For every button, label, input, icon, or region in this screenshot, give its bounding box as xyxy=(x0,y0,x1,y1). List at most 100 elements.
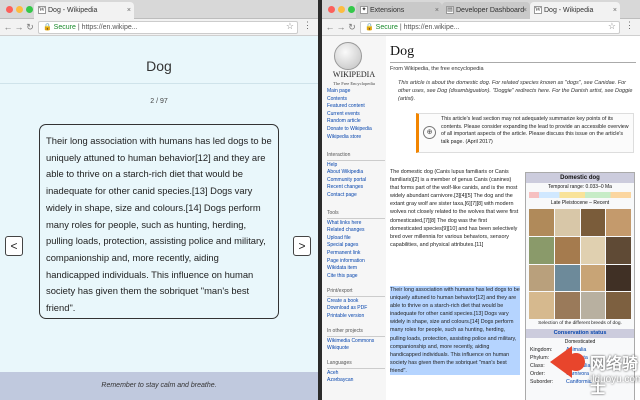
maximize-window-button[interactable] xyxy=(348,6,355,13)
tab-strip: ✦ Extensions × ▤ Developer Dashboard × W… xyxy=(322,0,640,19)
notice-text: This article's lead section may not adeq… xyxy=(441,116,629,145)
sidebar-heading: Tools xyxy=(327,210,385,219)
address-bar: ← → ↻ 🔒 Secure | https://en.wikipe... ☆ … xyxy=(322,19,640,36)
next-card-button[interactable]: > xyxy=(293,236,311,256)
hatnote: This article is about the domestic dog. … xyxy=(398,80,633,102)
forward-icon[interactable]: → xyxy=(336,21,346,33)
sidebar-link[interactable]: Permanent link xyxy=(327,250,385,258)
tab-extensions[interactable]: ✦ Extensions × xyxy=(356,2,442,19)
tab-label: Dog - Wikipedia xyxy=(544,7,594,14)
sidebar-link[interactable]: Wikidata item xyxy=(327,265,385,273)
dog-photo xyxy=(554,209,580,236)
sidebar-link[interactable]: Main page xyxy=(327,88,385,96)
sidebar-link[interactable]: Azərbaycan xyxy=(327,377,385,385)
sidebar-link[interactable]: Create a book xyxy=(327,298,385,306)
minimize-window-button[interactable] xyxy=(16,6,23,13)
intro-paragraph: The domestic dog (Canis lupus familiaris… xyxy=(390,169,519,248)
sidebar-link[interactable]: Contact page xyxy=(327,192,385,200)
reload-icon[interactable]: ↻ xyxy=(347,21,357,33)
browser-menu-icon[interactable]: ⋮ xyxy=(625,20,634,31)
tab-label: Developer Dashboard xyxy=(456,7,525,14)
dog-photo xyxy=(554,264,580,292)
wikipedia-favicon-icon: W xyxy=(534,6,542,14)
geologic-timeline-bar xyxy=(529,192,631,198)
sidebar-link[interactable]: What links here xyxy=(327,220,385,228)
article-body: Dog From Wikipedia, the free encyclopedi… xyxy=(390,36,640,400)
sidebar-link[interactable]: Community portal xyxy=(327,177,385,185)
window-controls xyxy=(328,6,355,13)
footer-message: Remember to stay calm and breathe. xyxy=(0,372,318,400)
close-tab-icon[interactable]: × xyxy=(613,2,617,19)
close-tab-icon[interactable]: × xyxy=(127,2,131,19)
sidebar-heading: In other projects xyxy=(327,328,385,337)
tab-dog-wikipedia[interactable]: W Dog - Wikipedia × xyxy=(530,2,620,19)
collage-caption: Selection of the different breeds of dog… xyxy=(538,321,622,326)
reload-icon[interactable]: ↻ xyxy=(25,21,35,33)
title-divider xyxy=(0,83,318,84)
sidebar-link[interactable]: Page information xyxy=(327,258,385,266)
url-input[interactable]: 🔒 Secure | https://en.wikipe... xyxy=(360,21,620,34)
sidebar-link[interactable]: Cite this page xyxy=(327,273,385,281)
maximize-window-button[interactable] xyxy=(26,6,33,13)
lock-icon: 🔒 xyxy=(365,24,374,31)
bookmark-star-icon[interactable]: ☆ xyxy=(608,21,616,32)
dog-photo xyxy=(580,292,606,319)
dog-photo xyxy=(606,236,631,264)
close-tab-icon[interactable]: × xyxy=(523,2,527,19)
wikipedia-page: WIKIPEDIA The Free Encyclopedia Main pag… xyxy=(322,36,640,400)
url-text: https://en.wikipe... xyxy=(403,24,460,31)
sidebar-link[interactable]: Download as PDF xyxy=(327,305,385,313)
card-text: Their long association with humans has l… xyxy=(46,135,272,314)
close-tab-icon[interactable]: × xyxy=(435,2,439,19)
sidebar-link[interactable]: Recent changes xyxy=(327,184,385,192)
document-icon: ▤ xyxy=(446,6,454,14)
secure-label: Secure xyxy=(53,24,76,31)
prev-card-button[interactable]: < xyxy=(5,236,23,256)
dog-photo xyxy=(554,236,580,264)
dog-breeds-collage[interactable] xyxy=(529,209,631,319)
sidebar-link[interactable]: Featured content xyxy=(327,103,385,111)
close-window-button[interactable] xyxy=(6,6,13,13)
tab-developer-dashboard[interactable]: ▤ Developer Dashboard × xyxy=(442,2,530,19)
sidebar-link[interactable]: Wikiquote xyxy=(327,345,385,353)
sidebar-link[interactable]: Special pages xyxy=(327,242,385,250)
sidebar-link[interactable]: Wikipedia store xyxy=(327,134,385,142)
sidebar-link[interactable]: Wikimedia Commons xyxy=(327,338,385,346)
sidebar-link[interactable]: Printable version xyxy=(327,313,385,321)
window-controls xyxy=(6,6,33,13)
wikipedia-globe-icon[interactable] xyxy=(334,42,362,70)
sidebar-heading: Interaction xyxy=(327,152,385,161)
sidebar-link[interactable]: About Wikipedia xyxy=(327,169,385,177)
conservation-status-heading[interactable]: Conservation status xyxy=(526,329,634,338)
sidebar-link[interactable]: Help xyxy=(327,162,385,170)
bookmark-star-icon[interactable]: ☆ xyxy=(286,21,294,32)
temporal-range: Temporal range: 0.033–0 Ma xyxy=(548,184,612,190)
forward-icon[interactable]: → xyxy=(14,21,24,33)
minimize-window-button[interactable] xyxy=(338,6,345,13)
page-title: Dog xyxy=(146,58,172,74)
url-input[interactable]: 🔒 Secure | https://en.wikipe... xyxy=(38,21,298,34)
sidebar-link[interactable]: Donate to Wikipedia xyxy=(327,126,385,134)
highlighted-paragraph[interactable]: Their long association with humans has l… xyxy=(390,286,520,376)
tab-strip: W Dog - Wikipedia × xyxy=(0,0,318,19)
close-window-button[interactable] xyxy=(328,6,335,13)
infobox-title: Domestic dog xyxy=(526,173,634,183)
sidebar-link[interactable]: Contents xyxy=(327,96,385,104)
wiki-sidebar: WIKIPEDIA The Free Encyclopedia Main pag… xyxy=(322,36,386,400)
back-icon[interactable]: ← xyxy=(325,21,335,33)
left-browser-window: W Dog - Wikipedia × ← → ↻ 🔒 Secure | htt… xyxy=(0,0,318,400)
dog-photo xyxy=(554,292,580,319)
sidebar-link[interactable]: Current events xyxy=(327,111,385,119)
dog-photo xyxy=(529,209,554,236)
dog-photo xyxy=(606,292,631,319)
dog-photo xyxy=(529,292,554,319)
watermark-logo-icon xyxy=(550,346,585,378)
browser-menu-icon[interactable]: ⋮ xyxy=(303,20,312,31)
tab-dog-wikipedia[interactable]: W Dog - Wikipedia × xyxy=(34,2,134,19)
sidebar-link[interactable]: Random article xyxy=(327,118,385,126)
back-icon[interactable]: ← xyxy=(3,21,13,33)
sidebar-link[interactable]: Upload file xyxy=(327,235,385,243)
sidebar-link[interactable]: Related changes xyxy=(327,227,385,235)
wikipedia-favicon-icon: W xyxy=(38,6,46,14)
sidebar-link[interactable]: Aceh xyxy=(327,370,385,378)
